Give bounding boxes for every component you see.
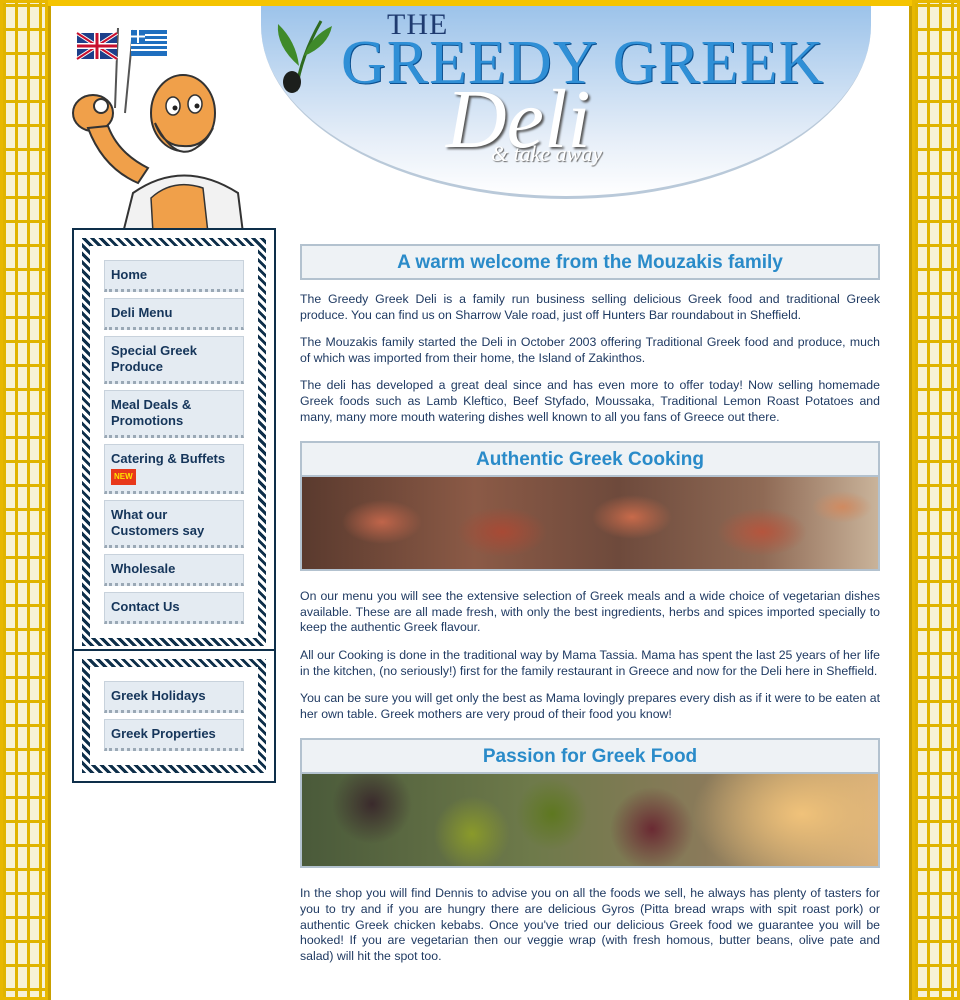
nav-item-home[interactable]: Home [104,260,244,292]
paragraph: The deli has developed a great deal sinc… [300,378,880,424]
olive-branch-icon [277,20,332,93]
nav-item-wholesale[interactable]: Wholesale [104,554,244,586]
paragraph: You can be sure you will get only the be… [300,691,880,721]
page-container: THE GREEDY GREEK Deli & take away Home D… [48,6,912,1000]
greek-mascot-image [72,27,245,233]
paragraph: The Mouzakis family started the Deli in … [300,335,880,365]
paragraph: All our Cooking is done in the tradition… [300,647,880,678]
nav-item-catering-buffets[interactable]: Catering & Buffets NEW [104,444,244,494]
nav-item-greek-holidays[interactable]: Greek Holidays [104,681,244,713]
olives-photo [300,774,880,869]
greek-key-border-right [912,0,960,1000]
nav-item-deli-menu[interactable]: Deli Menu [104,298,244,330]
logo-take-away-text: & take away [491,141,603,166]
paragraph: The Greedy Greek Deli is a family run bu… [300,292,880,322]
secondary-navigation-frame: Greek Holidays Greek Properties [82,659,266,773]
section-title-welcome: A warm welcome from the Mouzakis family [300,244,880,280]
site-header: THE GREEDY GREEK Deli & take away [51,6,909,233]
main-navigation-frame: Home Deli Menu Special Greek Produce Mea… [82,238,266,646]
secondary-navigation: Greek Holidays Greek Properties [72,649,276,783]
section-title-authentic-cooking: Authentic Greek Cooking [300,441,880,478]
paragraph: On our menu you will see the extensive s… [300,589,880,635]
nav-item-customers-say[interactable]: What our Customers say [104,500,244,548]
paragraph: In the shop you will find Dennis to advi… [300,886,880,963]
nav-item-special-greek-produce[interactable]: Special Greek Produce [104,336,244,384]
nav-item-contact-us[interactable]: Contact Us [104,592,244,624]
section-title-passion: Passion for Greek Food [300,738,880,775]
nav-item-greek-properties[interactable]: Greek Properties [104,719,244,751]
nav-item-meal-deals[interactable]: Meal Deals & Promotions [104,390,244,438]
main-navigation: Home Deli Menu Special Greek Produce Mea… [72,228,276,656]
nav-item-label: Catering & Buffets [111,451,226,466]
main-content: A warm welcome from the Mouzakis family … [300,244,880,964]
kebab-photo [300,477,880,572]
greek-key-border-left [0,0,48,1000]
new-badge: NEW [111,469,136,485]
